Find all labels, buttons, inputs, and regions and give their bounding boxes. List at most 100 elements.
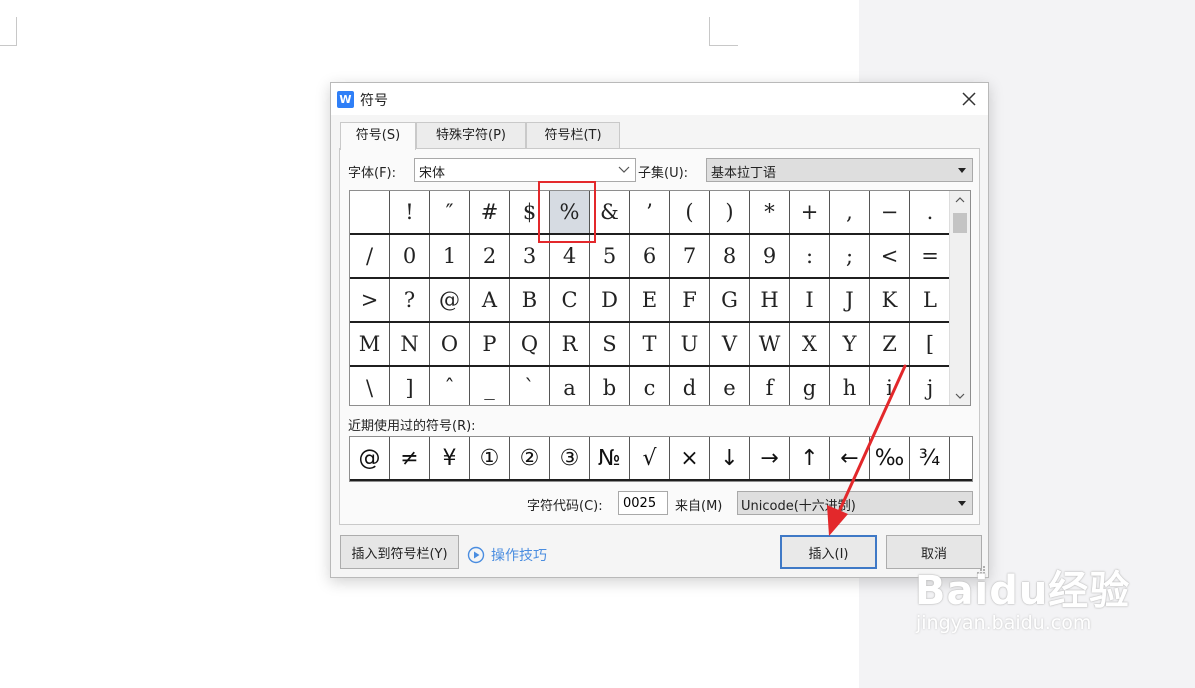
symbol-cell[interactable]: ; <box>830 235 870 277</box>
symbol-cell[interactable]: ( <box>670 191 710 233</box>
symbol-cell[interactable]: ’ <box>630 191 670 233</box>
symbol-cell[interactable]: / <box>350 235 390 277</box>
symbol-cell[interactable]: U <box>670 323 710 365</box>
symbol-cell[interactable]: c <box>630 367 670 405</box>
symbol-cell[interactable]: @ <box>430 279 470 321</box>
symbol-cell[interactable]: ] <box>390 367 430 405</box>
symbol-cell[interactable]: i <box>870 367 910 405</box>
symbol-cell[interactable]: > <box>350 279 390 321</box>
symbol-cell[interactable]: \ <box>350 367 390 405</box>
tab-symbols[interactable]: 符号(S) <box>340 122 416 150</box>
symbol-cell[interactable]: ` <box>510 367 550 405</box>
symbol-cell[interactable]: ! <box>390 191 430 233</box>
recent-symbol-cell[interactable]: ① <box>470 437 510 479</box>
insert-to-symbol-bar-button[interactable]: 插入到符号栏(Y) <box>340 535 459 569</box>
symbol-cell[interactable]: P <box>470 323 510 365</box>
symbol-cell[interactable]: G <box>710 279 750 321</box>
symbol-cell[interactable]: ″ <box>430 191 470 233</box>
symbol-cell[interactable]: 5 <box>590 235 630 277</box>
symbol-cell[interactable]: _ <box>470 367 510 405</box>
symbol-cell[interactable]: % <box>550 191 590 233</box>
recent-symbol-cell[interactable]: → <box>750 437 790 479</box>
char-code-input[interactable] <box>618 491 668 515</box>
symbol-cell[interactable]: 7 <box>670 235 710 277</box>
symbol-cell[interactable]: 8 <box>710 235 750 277</box>
symbol-cell[interactable]: e <box>710 367 750 405</box>
symbol-cell[interactable]: & <box>590 191 630 233</box>
symbol-cell[interactable]: ? <box>390 279 430 321</box>
symbol-cell[interactable]: I <box>790 279 830 321</box>
symbol-cell[interactable]: g <box>790 367 830 405</box>
recent-symbol-cell[interactable]: ¾ <box>910 437 950 479</box>
symbol-cell[interactable]: R <box>550 323 590 365</box>
symbol-cell[interactable]: [ <box>910 323 950 365</box>
symbol-cell[interactable]: J <box>830 279 870 321</box>
tips-link[interactable]: 操作技巧 <box>467 545 547 565</box>
symbol-cell[interactable]: # <box>470 191 510 233</box>
symbol-cell[interactable]: b <box>590 367 630 405</box>
recent-symbol-cell[interactable]: ¥ <box>430 437 470 479</box>
symbol-cell[interactable]: F <box>670 279 710 321</box>
symbol-cell[interactable]: K <box>870 279 910 321</box>
symbol-cell[interactable]: V <box>710 323 750 365</box>
symbol-cell[interactable]: S <box>590 323 630 365</box>
recent-symbol-cell[interactable]: @ <box>350 437 390 479</box>
symbol-cell[interactable]: D <box>590 279 630 321</box>
symbol-cell[interactable]: − <box>870 191 910 233</box>
symbol-cell[interactable]: , <box>830 191 870 233</box>
symbol-cell[interactable]: f <box>750 367 790 405</box>
symbol-cell[interactable]: d <box>670 367 710 405</box>
symbol-cell[interactable]: T <box>630 323 670 365</box>
symbol-cell[interactable]: C <box>550 279 590 321</box>
symbol-grid-scrollbar[interactable] <box>949 191 970 405</box>
symbol-cell[interactable]: A <box>470 279 510 321</box>
symbol-cell[interactable]: Z <box>870 323 910 365</box>
symbol-cell[interactable]: : <box>790 235 830 277</box>
symbol-cell[interactable]: W <box>750 323 790 365</box>
symbol-cell[interactable]: ) <box>710 191 750 233</box>
symbol-cell[interactable]: 2 <box>470 235 510 277</box>
symbol-cell[interactable]: X <box>790 323 830 365</box>
symbol-cell[interactable]: 3 <box>510 235 550 277</box>
symbol-cell[interactable]: E <box>630 279 670 321</box>
symbol-cell[interactable]: Y <box>830 323 870 365</box>
symbol-cell[interactable]: a <box>550 367 590 405</box>
recent-symbol-cell[interactable]: √ <box>630 437 670 479</box>
symbol-cell[interactable]: 9 <box>750 235 790 277</box>
recent-symbol-cell[interactable]: № <box>590 437 630 479</box>
symbol-cell[interactable]: j <box>910 367 950 405</box>
recent-symbol-cell[interactable]: ↓ <box>710 437 750 479</box>
scroll-thumb[interactable] <box>953 213 967 233</box>
recent-symbol-cell[interactable]: ‰ <box>870 437 910 479</box>
recent-symbol-cell[interactable]: ← <box>830 437 870 479</box>
recent-symbol-cell[interactable]: ③ <box>550 437 590 479</box>
from-dropdown[interactable]: Unicode(十六进制) <box>737 491 973 515</box>
symbol-cell[interactable]: $ <box>510 191 550 233</box>
tab-special-characters[interactable]: 特殊字符(P) <box>416 122 526 148</box>
scroll-down-button[interactable] <box>950 387 970 405</box>
recent-symbol-cell[interactable]: ≠ <box>390 437 430 479</box>
symbol-cell[interactable]: . <box>910 191 950 233</box>
symbol-cell[interactable]: B <box>510 279 550 321</box>
symbol-cell[interactable]: 4 <box>550 235 590 277</box>
resize-grip-icon[interactable] <box>976 565 986 575</box>
symbol-cell[interactable]: 0 <box>390 235 430 277</box>
tab-symbol-bar[interactable]: 符号栏(T) <box>526 122 620 148</box>
symbol-cell[interactable]: 1 <box>430 235 470 277</box>
symbol-cell[interactable]: ˆ <box>430 367 470 405</box>
symbol-cell[interactable]: < <box>870 235 910 277</box>
recent-symbol-cell[interactable]: ② <box>510 437 550 479</box>
scroll-up-button[interactable] <box>950 191 970 209</box>
symbol-cell[interactable]: 6 <box>630 235 670 277</box>
symbol-cell[interactable]: M <box>350 323 390 365</box>
symbol-cell[interactable]: O <box>430 323 470 365</box>
recent-symbol-cell[interactable]: ↑ <box>790 437 830 479</box>
symbol-cell[interactable]: H <box>750 279 790 321</box>
symbol-cell[interactable]: * <box>750 191 790 233</box>
insert-button[interactable]: 插入(I) <box>780 535 877 569</box>
symbol-cell[interactable] <box>350 191 390 233</box>
recent-symbol-cell[interactable]: × <box>670 437 710 479</box>
font-combobox[interactable]: 宋体 <box>414 158 636 182</box>
close-button[interactable] <box>958 88 980 110</box>
cancel-button[interactable]: 取消 <box>886 535 982 569</box>
